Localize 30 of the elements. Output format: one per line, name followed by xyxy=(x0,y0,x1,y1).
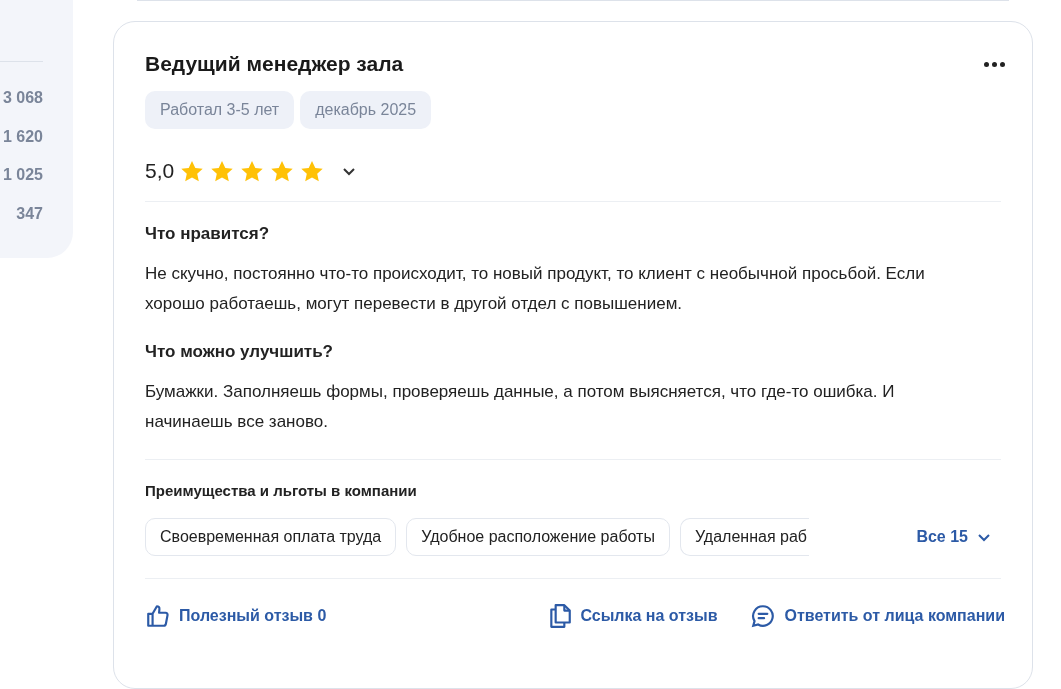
star-icon xyxy=(300,159,325,183)
count-label: 347 xyxy=(15,203,44,224)
helpful-button[interactable]: Полезный отзыв 0 xyxy=(145,603,327,629)
rating-value: 5,0 xyxy=(145,159,175,183)
benefits-heading: Преимущества и льготы в компании xyxy=(145,459,1001,499)
count-label: 3 068 xyxy=(1,88,44,108)
benefit-tag: Удобное расположение работы xyxy=(406,518,670,556)
count-label: 1 620 xyxy=(1,126,44,147)
benefit-tag: Своевременная оплата труда xyxy=(145,518,397,556)
star-icon xyxy=(240,159,265,183)
star-icon xyxy=(270,159,295,183)
show-all-button[interactable]: Все 15 xyxy=(916,528,1001,546)
star-icon xyxy=(180,159,205,183)
copy-icon xyxy=(548,603,573,629)
chevron-down-icon xyxy=(977,532,991,542)
benefit-tag: Удаленная раб xyxy=(679,518,809,556)
section-heading: Что нравится? xyxy=(145,224,271,244)
tag: декабрь 2025 xyxy=(300,91,432,129)
tag: Работал 3-5 лет xyxy=(145,91,295,129)
count-label: 1 025 xyxy=(1,165,44,185)
star-icon xyxy=(210,159,235,183)
thumbs-up-icon xyxy=(145,603,171,629)
review-link[interactable]: Ссылка на отзыв xyxy=(548,603,718,629)
review-text: Бумажки. Заполняешь формы, проверяешь данные, а потом выясняется, что где-то ошибка. И начинаешь все заново. xyxy=(145,381,896,433)
job-title: Ведущий менеджер зала xyxy=(145,52,404,76)
section-heading: Что можно улучшить? xyxy=(145,342,334,362)
chat-bubble-icon xyxy=(750,603,777,629)
chevron-down-icon xyxy=(342,166,357,176)
review-text: Не скучно, постоянно что-то происходит, то новый продукт, то клиент с необычной просьбой. Если хорошо работаешь, могут перевести в другой отдел с повышением. xyxy=(145,263,926,315)
reply-button[interactable]: Ответить от лица компании xyxy=(750,603,1005,629)
